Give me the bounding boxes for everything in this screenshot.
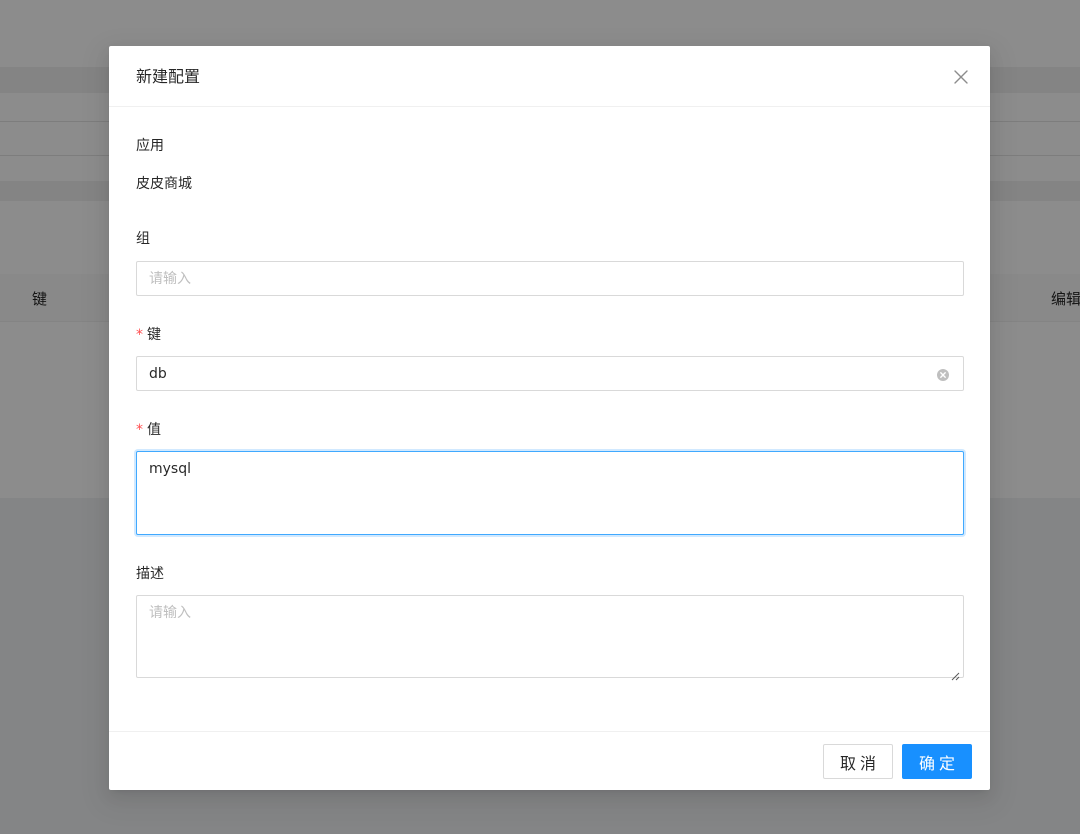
value-textarea[interactable]: mysql (136, 451, 964, 535)
close-icon[interactable] (950, 66, 972, 88)
app-label: 应用 (136, 138, 164, 154)
app-value: 皮皮商城 (136, 176, 192, 192)
value-label-text: 值 (147, 422, 161, 438)
modal-title: 新建配置 (136, 67, 201, 86)
group-label: 组 (136, 231, 150, 247)
resize-handle-icon[interactable] (951, 666, 960, 681)
modal-footer: 取消 确定 (109, 731, 990, 790)
ok-button[interactable]: 确定 (902, 744, 972, 779)
key-label-text: 键 (147, 327, 161, 343)
description-textarea[interactable] (136, 595, 964, 678)
key-label: * 键 (136, 324, 161, 346)
new-config-modal: 新建配置 应用 皮皮商城 组 *键 *值 mysql 描述 取消 确定 (109, 46, 990, 790)
required-mark: * (136, 327, 143, 343)
modal-header: 新建配置 (109, 46, 990, 107)
required-mark: * (136, 422, 143, 438)
value-label: * 值 (136, 419, 161, 441)
key-input[interactable] (136, 356, 964, 391)
close-circle-icon[interactable] (936, 367, 950, 381)
group-input[interactable] (136, 261, 964, 296)
description-label: 描述 (136, 566, 164, 582)
cancel-button[interactable]: 取消 (823, 744, 893, 779)
